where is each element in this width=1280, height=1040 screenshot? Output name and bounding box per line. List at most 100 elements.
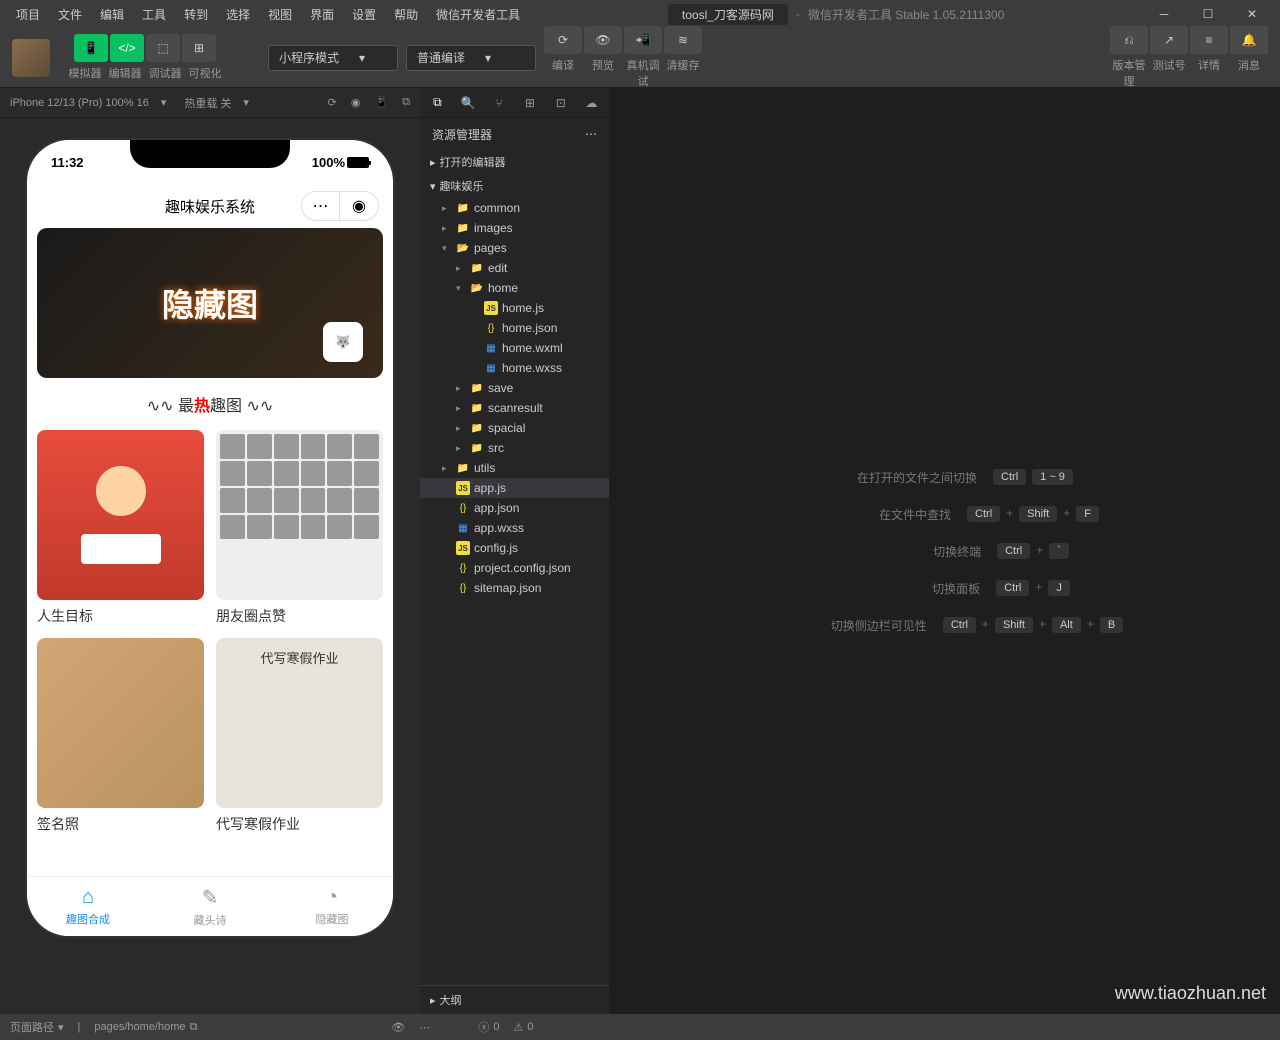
- search-tab[interactable]: 🔍: [459, 93, 478, 113]
- target-icon[interactable]: ◉: [340, 192, 378, 220]
- editor-button[interactable]: </>: [110, 34, 144, 62]
- more-icon[interactable]: ⋯: [302, 192, 340, 220]
- eye-icon[interactable]: 👁: [391, 1021, 405, 1034]
- current-path[interactable]: pages/home/home ⧉: [94, 1021, 197, 1034]
- folder-utils[interactable]: ▸📁utils: [420, 458, 609, 478]
- titlebar: 项目 文件 编辑 工具 转到 选择 视图 界面 设置 帮助 微信开发者工具 to…: [0, 0, 1280, 28]
- clearcache-button[interactable]: ≋: [664, 26, 702, 54]
- window-controls: ─ ☐ ✕: [1144, 1, 1272, 27]
- file-sitemap[interactable]: {}sitemap.json: [420, 578, 609, 598]
- device-info[interactable]: iPhone 12/13 (Pro) 100% 16: [10, 97, 149, 109]
- menu-select[interactable]: 选择: [218, 2, 258, 27]
- folder-images[interactable]: ▸📁images: [420, 218, 609, 238]
- file-app-js[interactable]: JSapp.js: [420, 478, 609, 498]
- watermark: www.tiaozhuan.net: [1115, 983, 1266, 1004]
- outline-section[interactable]: ▸大纲: [420, 985, 609, 1014]
- errors-count[interactable]: ⓧ 0: [478, 1019, 499, 1035]
- user-avatar[interactable]: [12, 39, 50, 77]
- message-button[interactable]: 🔔: [1230, 26, 1268, 54]
- open-editors-section[interactable]: ▸打开的编辑器: [420, 150, 609, 174]
- capsule-button[interactable]: ⋯ ◉: [301, 191, 379, 221]
- explorer-tab[interactable]: ⧉: [428, 93, 447, 113]
- file-home-wxss[interactable]: ▦home.wxss: [420, 358, 609, 378]
- menu-edit[interactable]: 编辑: [92, 2, 132, 27]
- folder-common[interactable]: ▸📁common: [420, 198, 609, 218]
- hotreload-toggle[interactable]: 热重载 关: [184, 95, 231, 111]
- mode-dropdown[interactable]: 小程序模式▾: [268, 45, 398, 71]
- test-button[interactable]: ↗: [1150, 26, 1188, 54]
- card-homework[interactable]: 代写寒假作业 代写寒假作业: [216, 638, 383, 834]
- folder-spacial[interactable]: ▸📁spacial: [420, 418, 609, 438]
- toolbar: 📱 </> ⬚ ⊞ 模拟器 编辑器 调试器 可视化 小程序模式▾ 普通编译▾ ⟳…: [0, 28, 1280, 88]
- folder-save[interactable]: ▸📁save: [420, 378, 609, 398]
- editor-label: 编辑器: [108, 65, 142, 81]
- file-home-wxml[interactable]: ▦home.wxml: [420, 338, 609, 358]
- git-tab[interactable]: ⑂: [490, 93, 509, 113]
- more-icon[interactable]: ⋯: [585, 127, 597, 141]
- card-life-goal[interactable]: 人生目标: [37, 430, 204, 626]
- close-button[interactable]: ✕: [1232, 1, 1272, 27]
- menu-view[interactable]: 视图: [260, 2, 300, 27]
- visual-button[interactable]: ⊞: [182, 34, 216, 62]
- warnings-count[interactable]: ⚠ 0: [513, 1021, 533, 1034]
- minimize-button[interactable]: ─: [1144, 1, 1184, 27]
- device-icon[interactable]: 📱: [374, 96, 388, 109]
- menu-wxdevtools[interactable]: 微信开发者工具: [428, 2, 528, 27]
- debugger-button[interactable]: ⬚: [146, 34, 180, 62]
- menu-bar: 项目 文件 编辑 工具 转到 选择 视图 界面 设置 帮助 微信开发者工具: [8, 2, 528, 27]
- cloud-tab[interactable]: ☁: [582, 93, 601, 113]
- tab-bar: ⌂趣图合成 ✎藏头诗 ◔隐藏图: [27, 876, 393, 936]
- more-status-icon[interactable]: ⋯: [419, 1021, 430, 1034]
- version-button[interactable]: ⎌: [1110, 26, 1148, 54]
- file-project-config[interactable]: {}project.config.json: [420, 558, 609, 578]
- folder-pages[interactable]: ▾📂pages: [420, 238, 609, 258]
- file-home-json[interactable]: {}home.json: [420, 318, 609, 338]
- card-friend-like[interactable]: 朋友圈点赞: [216, 430, 383, 626]
- ext-tab[interactable]: ⊞: [520, 93, 539, 113]
- tab-compose[interactable]: ⌂趣图合成: [27, 877, 149, 936]
- tab-hidden[interactable]: ◔隐藏图: [271, 877, 393, 936]
- pen-icon: ✎: [202, 885, 219, 910]
- realdevice-button[interactable]: 📲: [624, 26, 662, 54]
- compile-dropdown[interactable]: 普通编译▾: [406, 45, 536, 71]
- phone-time: 11:32: [51, 155, 84, 170]
- simulator-panel: iPhone 12/13 (Pro) 100% 16 ▾ 热重载 关 ▾ ⟳ ◉…: [0, 88, 420, 1014]
- record-icon[interactable]: ◉: [351, 96, 361, 109]
- statusbar: 页面路径 ▾ | pages/home/home ⧉ 👁 ⋯ ⓧ 0 ⚠ 0: [0, 1014, 1280, 1040]
- simulator-button[interactable]: 📱: [74, 34, 108, 62]
- banner[interactable]: 隐藏图 🐺: [37, 228, 383, 378]
- refresh-icon[interactable]: ⟳: [328, 96, 337, 109]
- folder-src[interactable]: ▸📁src: [420, 438, 609, 458]
- section-title: ∿∿ 最热趣图 ∿∿: [37, 378, 383, 430]
- preview-button[interactable]: 👁: [584, 26, 622, 54]
- file-home-js[interactable]: JShome.js: [420, 298, 609, 318]
- detail-button[interactable]: ≡: [1190, 26, 1228, 54]
- file-app-json[interactable]: {}app.json: [420, 498, 609, 518]
- explorer-title: 资源管理器: [432, 126, 492, 143]
- menu-project[interactable]: 项目: [8, 2, 48, 27]
- menu-file[interactable]: 文件: [50, 2, 90, 27]
- maximize-button[interactable]: ☐: [1188, 1, 1228, 27]
- tab-poem[interactable]: ✎藏头诗: [149, 877, 271, 936]
- chevron-down-icon: ▾: [485, 51, 491, 65]
- file-app-wxss[interactable]: ▦app.wxss: [420, 518, 609, 538]
- menu-tools[interactable]: 工具: [134, 2, 174, 27]
- folder-home[interactable]: ▾📂home: [420, 278, 609, 298]
- menu-settings[interactable]: 设置: [344, 2, 384, 27]
- menu-interface[interactable]: 界面: [302, 2, 342, 27]
- project-section[interactable]: ▾趣味娱乐: [420, 174, 609, 198]
- menu-goto[interactable]: 转到: [176, 2, 216, 27]
- card-signature[interactable]: 签名照: [37, 638, 204, 834]
- folder-scanresult[interactable]: ▸📁scanresult: [420, 398, 609, 418]
- ext2-tab[interactable]: ⊡: [551, 93, 570, 113]
- menu-help[interactable]: 帮助: [386, 2, 426, 27]
- pagepath-label[interactable]: 页面路径 ▾: [10, 1019, 64, 1035]
- sim-label: 模拟器: [68, 65, 102, 81]
- editor-area: 在打开的文件之间切换Ctrl1 ~ 9 在文件中查找Ctrl+Shift+F 切…: [610, 88, 1280, 1014]
- popout-icon[interactable]: ⧉: [402, 96, 410, 109]
- project-name: toosl_刀客源码网: [668, 4, 788, 25]
- folder-edit[interactable]: ▸📁edit: [420, 258, 609, 278]
- compile-button[interactable]: ⟳: [544, 26, 582, 54]
- battery-indicator: 100%: [312, 155, 369, 170]
- file-config-js[interactable]: JSconfig.js: [420, 538, 609, 558]
